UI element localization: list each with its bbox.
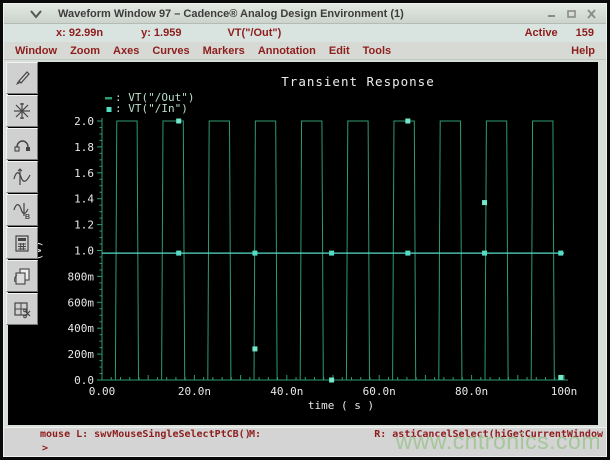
calculator-icon <box>15 235 29 252</box>
plot-area[interactable]: Transient Response(V)time ( s )0.0200m40… <box>8 62 598 425</box>
active-label: Active <box>524 27 558 39</box>
menu-markers[interactable]: Markers <box>203 45 245 57</box>
menu-axes[interactable]: Axes <box>113 45 139 57</box>
close-button[interactable] <box>585 8 598 20</box>
toolbar-button-subwindow-cut[interactable] <box>6 293 38 325</box>
svg-text:time ( s ): time ( s ) <box>308 399 374 412</box>
waveform-window: Waveform Window 97 – Cadence® Analog Des… <box>0 0 610 460</box>
copy-document-icon <box>14 268 30 285</box>
window-frame: Waveform Window 97 – Cadence® Analog Des… <box>3 3 607 457</box>
toolbar-button-calculator[interactable] <box>6 227 38 259</box>
waveform-marker-b-icon: B <box>13 203 30 220</box>
window-controls <box>545 8 598 20</box>
svg-text:Transient Response: Transient Response <box>281 74 434 89</box>
cursor-y-readout: y: 1.959 <box>141 27 182 39</box>
brush-icon <box>16 71 30 85</box>
main-content: Transient Response(V)time ( s )0.0200m40… <box>4 60 606 427</box>
active-count: 159 <box>575 27 594 39</box>
svg-text:1.4: 1.4 <box>74 193 94 206</box>
svg-text:600m: 600m <box>68 296 95 309</box>
subwindow-cut-icon <box>14 302 31 319</box>
minimize-icon <box>548 14 555 17</box>
toolbar-button-waveform-marker-b[interactable]: B <box>6 194 38 226</box>
menu-tools[interactable]: Tools <box>363 45 392 57</box>
maximize-button[interactable] <box>565 8 578 20</box>
svg-text:0.00: 0.00 <box>89 385 116 398</box>
toolbar-button-starburst[interactable] <box>6 95 38 127</box>
svg-text:400m: 400m <box>68 322 95 335</box>
mouse-left-binding: mouse L: swvMouseSingleSelectPtCB() <box>40 429 251 440</box>
active-trace-readout: VT("/Out") <box>227 27 282 39</box>
maximize-icon <box>567 9 576 18</box>
title-bar: Waveform Window 97 – Cadence® Analog Des… <box>4 4 606 24</box>
toolbar-button-copy-document[interactable] <box>6 260 38 292</box>
waveform-marker-a-icon <box>13 168 31 185</box>
menu-edit[interactable]: Edit <box>329 45 350 57</box>
svg-text:80.0n: 80.0n <box>455 385 488 398</box>
svg-text:40.0n: 40.0n <box>270 385 303 398</box>
window-menu-chevron-icon[interactable] <box>28 8 44 20</box>
svg-text:1.0: 1.0 <box>74 245 94 258</box>
menu-bar: Window Zoom Axes Curves Markers Annotati… <box>4 42 606 60</box>
waveform-plot[interactable]: Transient Response(V)time ( s )0.0200m40… <box>8 62 598 425</box>
svg-text:200m: 200m <box>68 348 95 361</box>
svg-text:800m: 800m <box>68 270 95 283</box>
svg-text:60.0n: 60.0n <box>363 385 396 398</box>
prompt-caret: > <box>42 443 49 454</box>
svg-text:100n: 100n <box>551 385 578 398</box>
menu-annotation[interactable]: Annotation <box>258 45 316 57</box>
toolbar-button-arc-probe[interactable] <box>6 128 38 160</box>
svg-text:2.0: 2.0 <box>74 115 94 128</box>
svg-text:B: B <box>25 214 30 220</box>
svg-text:20.0n: 20.0n <box>178 385 211 398</box>
menu-zoom[interactable]: Zoom <box>70 45 100 57</box>
window-title: Waveform Window 97 – Cadence® Analog Des… <box>58 7 404 20</box>
svg-text:1.8: 1.8 <box>74 141 94 154</box>
toolbar-button-brush[interactable] <box>6 62 38 94</box>
mouse-middle-binding: M: <box>249 429 262 440</box>
coordinate-status-row: x: 92.99n y: 1.959 VT("/Out") Active 159 <box>4 24 606 42</box>
arc-probe-icon <box>14 140 30 152</box>
minimize-button[interactable] <box>545 8 558 20</box>
menu-help[interactable]: Help <box>571 45 595 57</box>
starburst-icon <box>14 103 30 119</box>
svg-text:: VT("/In"): : VT("/In") <box>115 102 188 115</box>
toolbar-button-waveform-marker-a[interactable] <box>6 161 38 193</box>
menu-curves[interactable]: Curves <box>152 45 189 57</box>
svg-text:1.6: 1.6 <box>74 167 94 180</box>
cursor-x-readout: x: 92.99n <box>56 27 104 39</box>
watermark-text: www.cntronics.com <box>395 428 601 454</box>
close-icon <box>587 8 596 19</box>
svg-text:1.2: 1.2 <box>74 219 94 232</box>
left-toolbar: B <box>6 62 39 325</box>
menu-window[interactable]: Window <box>15 45 57 57</box>
